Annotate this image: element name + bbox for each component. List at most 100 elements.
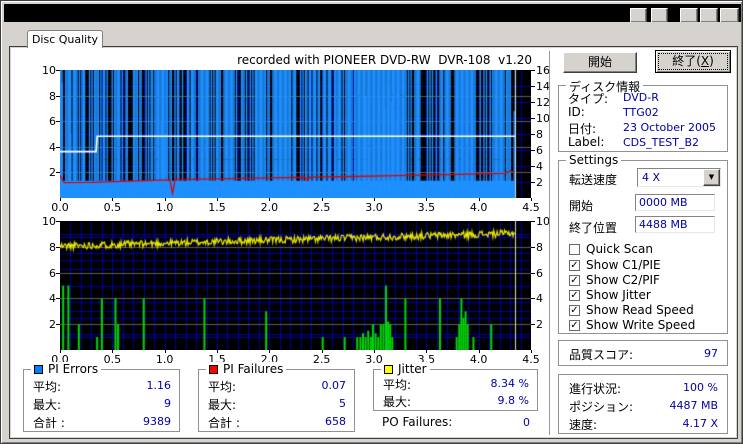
axis-tick-mark [56,121,60,122]
jitter-max-label: 最大: [383,395,412,409]
speed-value: 4 X [642,171,661,184]
axis-tick-label: 4 [536,292,543,306]
axis-tick-mark [531,86,535,87]
axis-tick-label: 6 [49,115,56,129]
axis-tick-mark [165,350,166,353]
start-button[interactable]: 開始 [563,52,637,73]
quality-score-box: 品質スコア: 97 [558,340,728,366]
show-jitter-label: Show Jitter [586,288,651,302]
end-pos-field[interactable]: 4488 MB [635,216,715,233]
axis-tick-label: 2 [536,176,543,189]
axis-tick-mark [531,182,535,183]
app-window: CD Speed : Disc Quality Test - BENQ DVD … [0,0,743,444]
axis-tick-mark [217,198,218,201]
axis-tick-label: 0.5 [103,353,122,366]
axis-tick-mark [531,324,535,325]
quality-score-value: 97 [704,347,718,360]
show-c2pif-checkbox[interactable]: ✓ [569,275,580,286]
show-c2pif-label: Show C2/PIF [586,273,660,287]
axis-tick-mark [531,350,532,353]
minimize-button[interactable] [680,8,698,56]
axis-tick-mark [531,247,535,248]
axis-tick-label: 6 [49,266,56,280]
speed-label: 転送速度 [569,173,618,187]
pif-jitter-chart [60,221,531,350]
pi-failures-total-value: 658 [325,415,346,428]
axis-tick-label: 2.0 [260,201,279,214]
speed-now-value: 4.17 X [682,417,718,430]
axis-tick-mark [269,198,270,201]
quick-scan-checkbox[interactable] [569,244,580,255]
maximize-button[interactable] [700,8,718,56]
axis-tick-label: 4.0 [469,201,488,214]
titlebar[interactable]: CD Speed : Disc Quality Test - BENQ DVD … [4,4,741,57]
settings-group: Settings 転送速度 4 X ▼ 開始 0000 MB 終了位置 4488… [558,153,728,334]
axis-tick-mark [531,198,532,201]
axis-tick-label: 8 [49,89,56,103]
axis-tick-label: 10 [42,64,56,77]
position-label: ポジション: [569,400,634,414]
axis-tick-label: 10 [536,215,550,228]
pi-failures-avg-value: 0.07 [321,379,347,392]
axis-tick-label: 10 [42,215,56,228]
speed-combobox[interactable]: 4 X ▼ [637,168,721,187]
axis-tick-mark [531,150,535,151]
axis-tick-mark [56,172,60,173]
disc-date-value: 23 October 2005 [623,121,717,134]
axis-tick-label: 1.0 [155,353,174,366]
axis-tick-label: 0.5 [103,201,122,214]
disc-id-label: ID: [568,105,585,119]
axis-tick-label: 4 [49,292,56,306]
axis-tick-mark [269,350,270,353]
axis-tick-label: 0.0 [51,201,69,214]
exit-button[interactable]: 終了(X) [655,50,731,73]
show-c1pie-checkbox[interactable]: ✓ [569,260,580,271]
axis-tick-mark [112,198,113,201]
pi-failures-total-label: 合計 : [208,416,240,430]
show-c1pie-label: Show C1/PIE [586,258,661,272]
axis-tick-label: 16 [536,64,550,77]
axis-tick-label: 8 [49,240,56,254]
disc-type-value: DVD-R [623,91,659,104]
close-button[interactable] [720,8,739,57]
axis-tick-mark [322,198,323,201]
tab-strip: Disc Quality [4,22,741,48]
axis-tick-mark [56,247,60,248]
jitter-max-value: 9.8 % [497,394,529,407]
jitter-title: Jitter [381,362,430,376]
show-read-speed-checkbox[interactable]: ✓ [569,305,580,316]
axis-tick-mark [374,350,375,353]
quality-score-label: 品質スコア: [569,348,634,362]
start-pos-field[interactable]: 0000 MB [635,194,715,211]
axis-tick-mark [56,70,60,71]
pi-failures-group: PI Failures 平均: 0.07 最大: 5 合計 : 658 [198,362,355,432]
axis-tick-label: 8 [536,240,543,254]
axis-tick-mark [165,198,166,201]
pi-failures-title: PI Failures [206,362,287,376]
pi-errors-chart [60,70,531,198]
speed-now-label: 速度: [569,418,598,432]
axis-tick-mark [56,96,60,97]
jitter-group: Jitter 平均: 8.34 % 最大: 9.8 % [373,362,538,411]
po-failures-label: PO Failures: [382,415,453,429]
axis-tick-mark [322,350,323,353]
disc-info-group: ディスク情報 タイプ: DVD-R ID: TTG02 日付: 23 Octob… [558,78,728,152]
axis-tick-mark [112,350,113,353]
axis-tick-mark [531,298,535,299]
save-button[interactable] [651,8,668,57]
show-write-speed-label: Show Write Speed [586,318,696,332]
progress-label: 進行状況: [569,382,622,396]
report-button[interactable] [630,8,647,56]
axis-tick-mark [531,273,535,274]
axis-tick-mark [531,134,535,135]
show-jitter-checkbox[interactable]: ✓ [569,290,580,301]
position-value: 4487 MB [669,399,718,412]
chevron-down-icon[interactable]: ▼ [703,169,720,186]
axis-tick-mark [60,350,61,353]
axis-tick-mark [479,350,480,353]
axis-tick-label: 10 [536,112,550,125]
tab-disc-quality[interactable]: Disc Quality [27,30,103,48]
show-write-speed-checkbox[interactable]: ✓ [569,320,580,331]
axis-tick-mark [426,350,427,353]
recorded-note: recorded with PIONEER DVD-RW DVR-108 v1.… [237,53,532,67]
